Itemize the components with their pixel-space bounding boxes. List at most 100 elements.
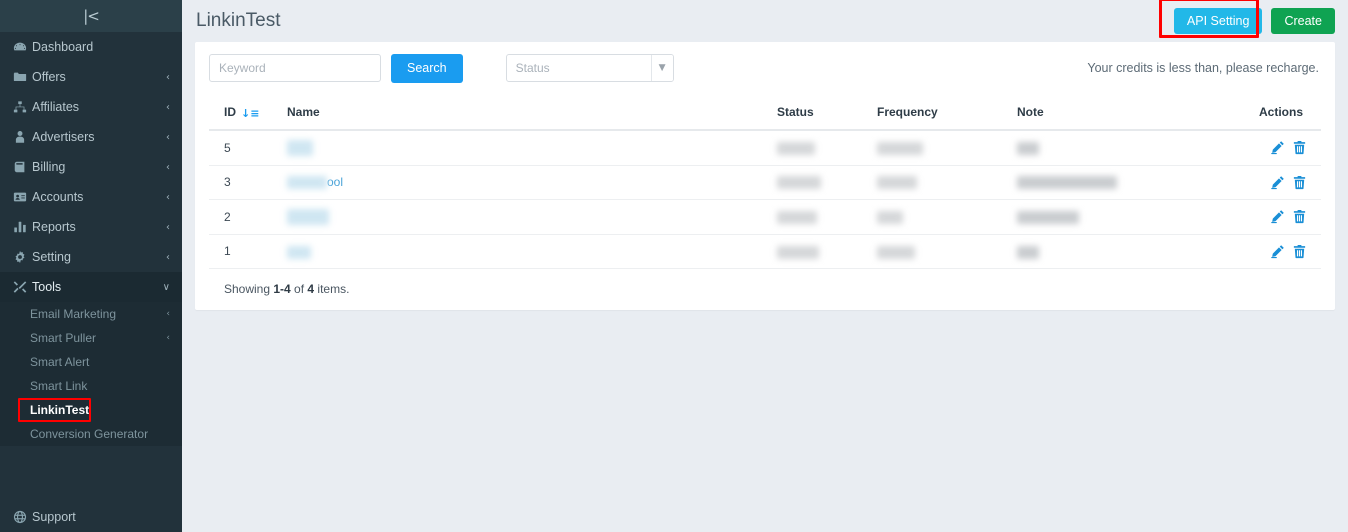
sidebar-item-affiliates[interactable]: Affiliates ‹ <box>0 92 182 122</box>
redacted-block <box>287 208 329 225</box>
table-row[interactable]: 2 <box>209 199 1321 235</box>
redacted-block <box>1017 210 1079 224</box>
chevron-down-icon[interactable]: ▼ <box>650 55 673 82</box>
sidebar-item-reports[interactable]: Reports ‹ <box>0 212 182 242</box>
cell-name: ool <box>287 165 777 200</box>
table-head: ID ↓≡ Name Status Frequency Note Actions <box>209 104 1321 131</box>
sidebar-item-support[interactable]: Support <box>0 502 182 532</box>
sidebar-subitem-label: Smart Alert <box>30 355 90 369</box>
chevron-left-icon: ‹ <box>166 71 170 83</box>
delete-icon[interactable] <box>1292 175 1307 190</box>
chevron-left-icon: ‹ <box>166 161 170 173</box>
cell-frequency <box>877 199 1017 235</box>
sidebar-subitem-linkintest[interactable]: LinkinTest <box>0 398 182 422</box>
sidebar-item-tools[interactable]: Tools ∨ <box>0 272 182 302</box>
sidebar-collapse-icon[interactable]: |< <box>83 8 100 24</box>
folder-icon <box>13 70 32 84</box>
cell-status <box>777 199 877 235</box>
api-setting-button[interactable]: API Setting <box>1173 7 1263 35</box>
sidebar-item-accounts[interactable]: Accounts ‹ <box>0 182 182 212</box>
column-header-status: Status <box>777 104 877 131</box>
tools-icon <box>13 280 32 294</box>
showing-prefix: Showing <box>224 282 274 297</box>
sidebar-subitem-label: LinkinTest <box>30 403 90 417</box>
sidebar-subitem-label: Email Marketing <box>30 307 117 321</box>
redacted-block <box>877 245 915 259</box>
redacted-block <box>777 210 817 224</box>
cell-note <box>1017 234 1205 270</box>
cell-actions <box>1204 199 1321 235</box>
redacted-block <box>1017 141 1039 155</box>
delete-icon[interactable] <box>1292 140 1307 155</box>
sidebar-item-label: Support <box>32 510 76 524</box>
sidebar-item-advertisers[interactable]: Advertisers ‹ <box>0 122 182 152</box>
delete-icon[interactable] <box>1292 209 1307 224</box>
sidebar-subitem-smart-link[interactable]: Smart Link <box>0 374 182 398</box>
cell-name <box>287 199 777 235</box>
showing-range: 1-4 <box>273 282 291 297</box>
sidebar-item-label: Tools <box>32 280 62 294</box>
column-header-id[interactable]: ID ↓≡ <box>209 104 287 131</box>
redacted-block <box>777 245 819 259</box>
sidebar-item-label: Advertisers <box>32 130 95 144</box>
chevron-left-icon: ‹ <box>166 221 170 233</box>
user-tie-icon <box>13 130 32 144</box>
chevron-left-icon: ‹ <box>166 333 170 343</box>
redacted-block <box>777 141 815 155</box>
cell-status <box>777 165 877 200</box>
cell-id: 5 <box>209 129 287 166</box>
edit-icon[interactable] <box>1270 140 1285 155</box>
redacted-block <box>777 176 821 190</box>
sidebar-subitem-smart-puller[interactable]: Smart Puller ‹ <box>0 326 182 350</box>
chevron-down-icon: ∨ <box>162 281 170 293</box>
sidebar: |< Dashboard Offers ‹ Affiliates ‹ Adver… <box>0 0 182 532</box>
cell-actions <box>1204 234 1321 270</box>
search-button[interactable]: Search <box>391 54 463 83</box>
filter-bar: Search Status ▼ Your credits is less tha… <box>209 54 1321 83</box>
chevron-left-icon: ‹ <box>166 101 170 113</box>
sidebar-item-setting[interactable]: Setting ‹ <box>0 242 182 272</box>
sidebar-item-label: Dashboard <box>32 40 94 54</box>
status-select[interactable]: Status ▼ <box>505 54 674 83</box>
column-header-actions: Actions <box>1204 104 1321 131</box>
pagination-summary: Showing 1-4 of 4 items. <box>209 282 1321 296</box>
content-card: Search Status ▼ Your credits is less tha… <box>195 42 1335 311</box>
cell-id: 2 <box>209 199 287 235</box>
sidebar-subitem-smart-alert[interactable]: Smart Alert <box>0 350 182 374</box>
redacted-block <box>287 176 327 190</box>
edit-icon[interactable] <box>1270 209 1285 224</box>
sidebar-subitem-email-marketing[interactable]: Email Marketing ‹ <box>0 302 182 326</box>
cell-id: 3 <box>209 165 287 200</box>
search-input[interactable] <box>209 54 381 83</box>
redacted-block <box>1017 176 1117 190</box>
sitemap-icon <box>13 100 32 114</box>
cell-note <box>1017 199 1205 235</box>
cell-actions <box>1204 129 1321 166</box>
sidebar-subitem-label: Conversion Generator <box>30 427 149 441</box>
cell-name <box>287 129 777 166</box>
linkintest-table: ID ↓≡ Name Status Frequency Note Actions … <box>209 104 1321 270</box>
redacted-block <box>877 141 923 155</box>
chevron-left-icon: ‹ <box>166 191 170 203</box>
sidebar-subitem-conversion-generator[interactable]: Conversion Generator <box>0 422 182 446</box>
create-button[interactable]: Create <box>1271 7 1335 35</box>
redacted-block <box>877 176 917 190</box>
showing-middle: of <box>290 282 308 297</box>
table-row[interactable]: 5 <box>209 129 1321 166</box>
edit-icon[interactable] <box>1270 244 1285 259</box>
sidebar-item-label: Billing <box>32 160 66 174</box>
table-row[interactable]: 1 <box>209 234 1321 270</box>
table-header-row: ID ↓≡ Name Status Frequency Note Actions <box>209 104 1321 131</box>
sidebar-subitem-label: Smart Link <box>30 379 88 393</box>
sidebar-item-offers[interactable]: Offers ‹ <box>0 62 182 92</box>
page-title: LinkinTest <box>196 10 281 31</box>
delete-icon[interactable] <box>1292 244 1307 259</box>
sidebar-item-billing[interactable]: Billing ‹ <box>0 152 182 182</box>
table-row[interactable]: 3 ool <box>209 165 1321 200</box>
sort-icon[interactable]: ↓≡ <box>241 107 259 120</box>
edit-icon[interactable] <box>1270 175 1285 190</box>
top-bar-actions: API Setting Create <box>1158 0 1335 38</box>
sidebar-item-dashboard[interactable]: Dashboard <box>0 32 182 62</box>
redacted-block <box>287 139 313 156</box>
globe-icon <box>13 510 32 524</box>
